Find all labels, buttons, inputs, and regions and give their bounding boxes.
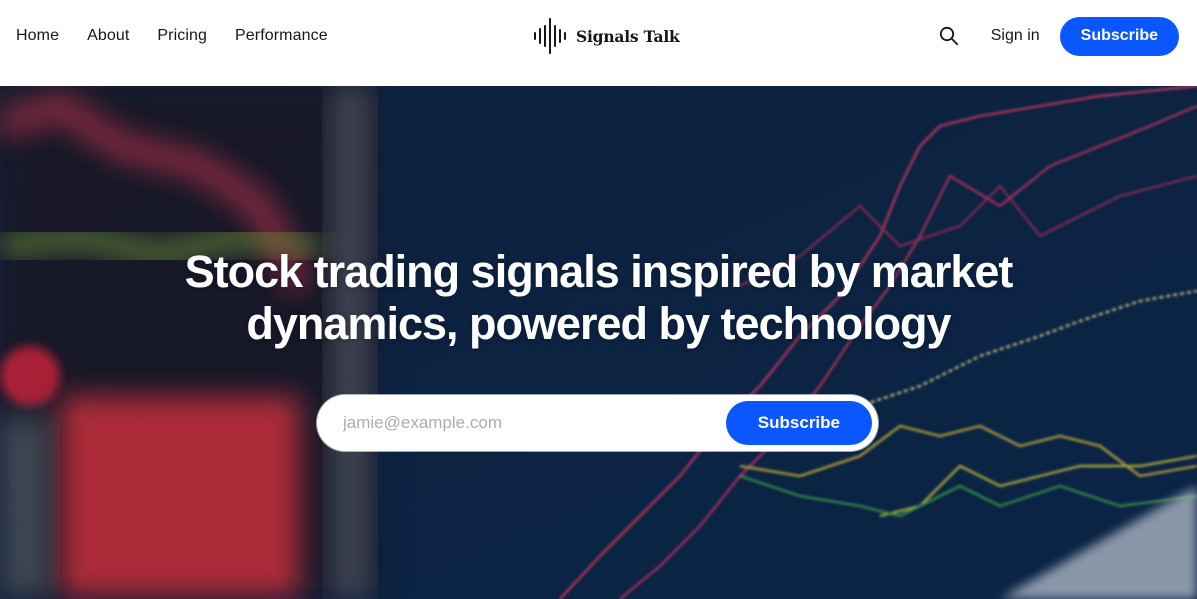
search-icon	[939, 26, 958, 46]
search-button[interactable]	[937, 24, 961, 48]
nav-pricing[interactable]: Pricing	[157, 27, 207, 45]
brand-logo[interactable]: Signals Talk	[532, 18, 680, 54]
site-header: Home About Pricing Performance Signals T…	[0, 0, 1197, 86]
nav-home[interactable]: Home	[16, 27, 59, 45]
hero-title-line-1: Stock trading signals inspired by market	[184, 246, 1014, 297]
header-subscribe-button[interactable]: Subscribe	[1059, 16, 1179, 56]
signin-link[interactable]: Sign in	[991, 27, 1040, 45]
hero-section: Stock trading signals inspired by market…	[0, 86, 1197, 599]
soundwave-icon	[534, 18, 566, 54]
nav-about[interactable]: About	[87, 27, 129, 45]
hero-title: Stock trading signals inspired by market…	[0, 246, 1197, 350]
hero-title-line-2: dynamics, powered by technology	[246, 298, 951, 349]
hero-subscribe-button[interactable]: Subscribe	[725, 401, 872, 445]
email-input[interactable]	[317, 401, 726, 445]
subscribe-form: Subscribe	[317, 395, 878, 451]
header-actions: Sign in Subscribe	[937, 16, 1179, 56]
main-nav: Home About Pricing Performance	[16, 0, 328, 72]
brand-name: Signals Talk	[576, 26, 680, 46]
nav-performance[interactable]: Performance	[235, 27, 328, 45]
